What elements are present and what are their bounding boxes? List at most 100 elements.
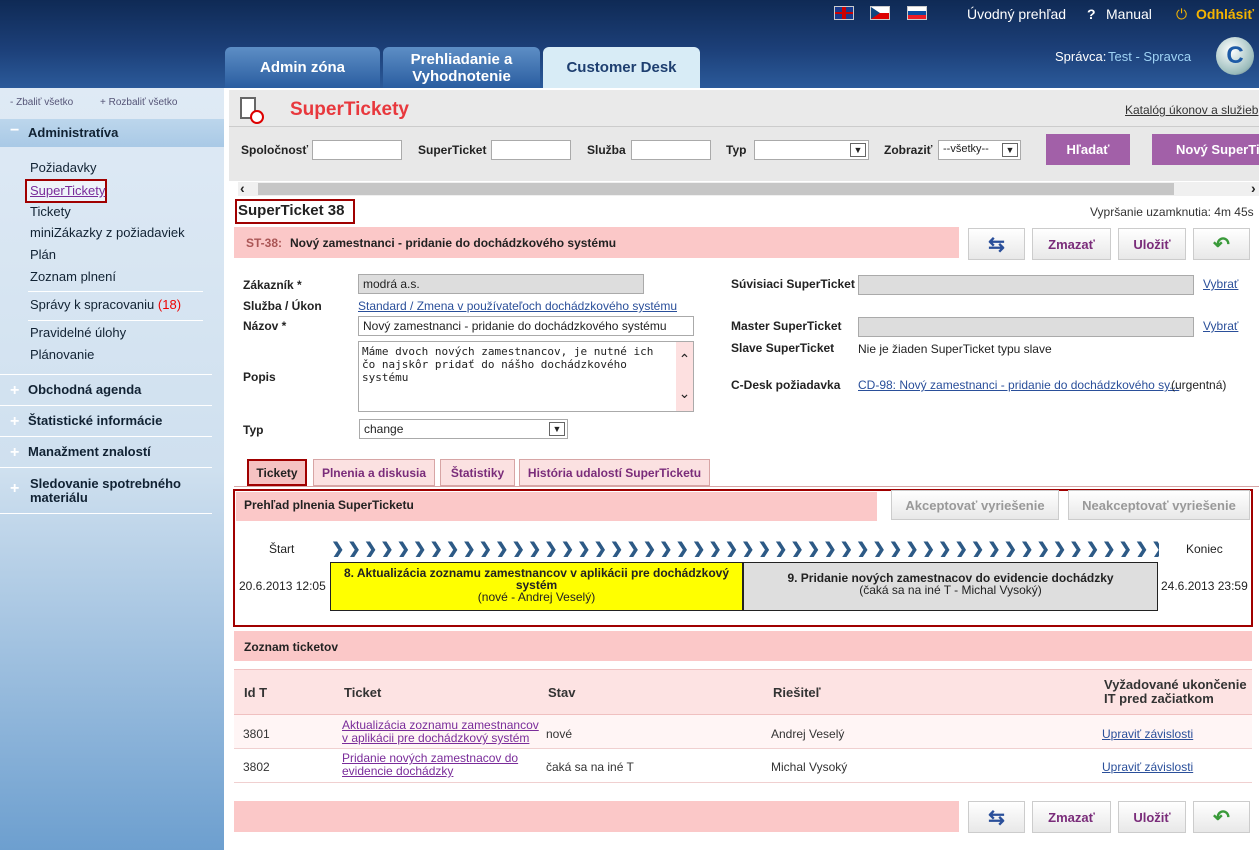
ticket-id: ST-38:	[246, 236, 283, 250]
collapse-all-link[interactable]: - Zbaliť všetko	[10, 97, 73, 108]
sidebar-item-zoznam-plneni[interactable]: Zoznam plnení	[30, 269, 116, 284]
reject-button[interactable]: Neakceptovať vyriešenie	[1068, 490, 1250, 520]
manual-link[interactable]: Manual	[1106, 6, 1152, 22]
name-field[interactable]: Nový zamestnanci - pridanie do dochádzko…	[358, 316, 694, 336]
desc-label: Popis	[243, 370, 276, 384]
related-field	[858, 275, 1194, 295]
master-field	[858, 317, 1194, 337]
undo-icon: ↶	[1213, 233, 1230, 256]
timeline-arrows: ❯❯❯❯❯❯❯❯❯❯❯❯❯❯❯❯❯❯❯❯❯❯❯❯❯❯❯❯❯❯❯❯❯❯❯❯❯❯❯❯…	[331, 541, 1159, 557]
logout-link[interactable]: Odhlásiť	[1196, 6, 1254, 22]
sidebar-item-tickety[interactable]: Tickety	[30, 204, 71, 219]
superticket-label: SuperTicket	[418, 143, 487, 157]
row-ticket-link[interactable]: Aktualizácia zoznamu zamestnancov v apli…	[342, 719, 542, 745]
customer-label: Zákazník *	[243, 278, 302, 292]
service-link[interactable]: Standard / Zmena v používateľoch dochádz…	[358, 299, 677, 313]
back-button-bottom[interactable]: ↶	[1193, 801, 1250, 833]
type-select[interactable]: ▼	[754, 140, 869, 160]
col-state: Stav	[548, 685, 576, 700]
accept-button[interactable]: Akceptovať vyriešenie	[891, 490, 1059, 520]
row-action-link[interactable]: Upraviť závislosti	[1102, 760, 1193, 774]
end-label: Koniec	[1186, 542, 1223, 556]
show-select[interactable]: --všetky-- ▼	[938, 140, 1021, 160]
expand-all-link[interactable]: + Rozbaliť všetko	[100, 97, 177, 108]
delete-button-bottom[interactable]: Zmazať	[1032, 801, 1111, 833]
back-button[interactable]: ↶	[1193, 228, 1250, 260]
service-label: Služba	[587, 143, 626, 157]
section-statisticke-informacie[interactable]: Štatistické informácie	[0, 407, 224, 435]
desc-textarea[interactable]: Máme dvoch nových zamestnancov, je nutné…	[358, 341, 694, 412]
related-select-link[interactable]: Vybrať	[1203, 277, 1238, 291]
sidebar-item-reports[interactable]: Správy k spracovaniu (18)	[30, 297, 181, 312]
tab-customer-desk[interactable]: Customer Desk	[543, 47, 700, 88]
save-button[interactable]: Uložiť	[1118, 228, 1186, 260]
name-label: Názov *	[243, 319, 287, 333]
desc-scrollbar[interactable]: ⌃ ⌄	[676, 342, 693, 411]
superticket-input[interactable]	[491, 140, 571, 160]
start-date: 20.6.2013 12:05	[239, 579, 326, 593]
plus-icon[interactable]: +	[10, 480, 19, 498]
divider	[0, 513, 212, 514]
flag-sk-icon[interactable]	[907, 6, 927, 20]
chevron-down-icon: ▼	[850, 143, 866, 157]
col-ticket: Ticket	[344, 685, 382, 700]
col-solver: Riešiteľ	[773, 685, 821, 700]
admin-name: Test - Spravca	[1108, 49, 1192, 64]
undo-icon: ↶	[1213, 806, 1230, 829]
section-sledovanie[interactable]: Sledovanie spotrebného materiálu	[30, 477, 200, 505]
step-1[interactable]: 8. Aktualizácia zoznamu zamestnancov v a…	[330, 562, 743, 611]
section-administrativa[interactable]: Administratíva	[0, 119, 224, 147]
new-superticket-button[interactable]: Nový SuperTi	[1152, 134, 1259, 165]
refresh-button[interactable]: ⇆	[968, 228, 1025, 260]
master-select-link[interactable]: Vybrať	[1203, 319, 1238, 333]
cdesk-link[interactable]: CD-98: Nový zamestnanci - pridanie do do…	[858, 378, 1179, 392]
search-button[interactable]: Hľadať	[1046, 134, 1130, 165]
type-label: Typ	[726, 143, 747, 157]
tab-tickety[interactable]: Tickety	[247, 459, 307, 486]
service-input[interactable]	[631, 140, 711, 160]
divider	[0, 405, 212, 406]
overview-link[interactable]: Úvodný prehľad	[967, 6, 1066, 22]
refresh-button-bottom[interactable]: ⇆	[968, 801, 1025, 833]
sidebar-item-poziadavky[interactable]: Požiadavky	[30, 160, 96, 175]
clock-icon	[250, 110, 264, 124]
row-action-link[interactable]: Upraviť závislosti	[1102, 727, 1193, 741]
scroll-right-icon[interactable]: ›	[1251, 180, 1256, 196]
sidebar-item-planning[interactable]: Plánovanie	[30, 347, 94, 362]
minus-icon[interactable]: −	[10, 122, 19, 140]
tab-browse-evaluate[interactable]: Prehliadanie a Vyhodnotenie	[383, 47, 540, 88]
row-id: 3802	[243, 760, 270, 774]
catalog-link[interactable]: Katalóg úkonov a služieb	[1125, 103, 1258, 117]
company-input[interactable]	[312, 140, 402, 160]
sidebar-item-plan[interactable]: Plán	[30, 247, 56, 262]
type-field-select[interactable]: change ▼	[359, 419, 568, 439]
scrollbar-thumb[interactable]	[258, 183, 1174, 195]
section-obchodna-agenda[interactable]: Obchodná agenda	[0, 376, 224, 404]
row-state: čaká sa na iné T	[546, 760, 634, 774]
help-icon[interactable]: ?	[1087, 6, 1096, 22]
delete-button[interactable]: Zmazať	[1032, 228, 1111, 260]
sidebar-item-regular-tasks[interactable]: Pravidelné úlohy	[30, 325, 126, 340]
divider	[28, 291, 203, 292]
power-icon[interactable]: ⏻	[1176, 6, 1187, 23]
service-field-label: Služba / Úkon	[243, 299, 322, 313]
row-solver: Michal Vysoký	[771, 760, 848, 774]
flag-uk-icon[interactable]	[834, 6, 854, 20]
tab-statistiky[interactable]: Štatistiky	[440, 459, 515, 486]
list-header-bar	[234, 631, 1252, 661]
cdesk-label: C-Desk požiadavka	[731, 378, 841, 392]
app-logo: C	[1216, 37, 1254, 75]
tab-plnenia[interactable]: Plnenia a diskusia	[313, 459, 435, 486]
lock-timer: Vypršanie uzamknutia: 4m 45s	[1090, 205, 1254, 219]
scroll-left-icon[interactable]: ‹	[240, 180, 245, 196]
save-button-bottom[interactable]: Uložiť	[1118, 801, 1186, 833]
sidebar-item-minizakazky[interactable]: miniZákazky z požiadaviek	[30, 225, 185, 240]
row-ticket-link[interactable]: Pridanie nových zamestnacov do evidencie…	[342, 752, 522, 778]
section-manazment-znalosti[interactable]: Manažment znalostí	[0, 438, 224, 466]
divider	[0, 467, 212, 468]
flag-cz-icon[interactable]	[870, 6, 890, 20]
tab-admin-zone[interactable]: Admin zóna	[225, 47, 380, 88]
sidebar-item-supertickety-label[interactable]: SuperTickety	[30, 183, 105, 198]
step-2[interactable]: 9. Pridanie nových zamestnacov do eviden…	[743, 562, 1158, 611]
tab-historia[interactable]: História udalostí SuperTicketu	[519, 459, 710, 486]
